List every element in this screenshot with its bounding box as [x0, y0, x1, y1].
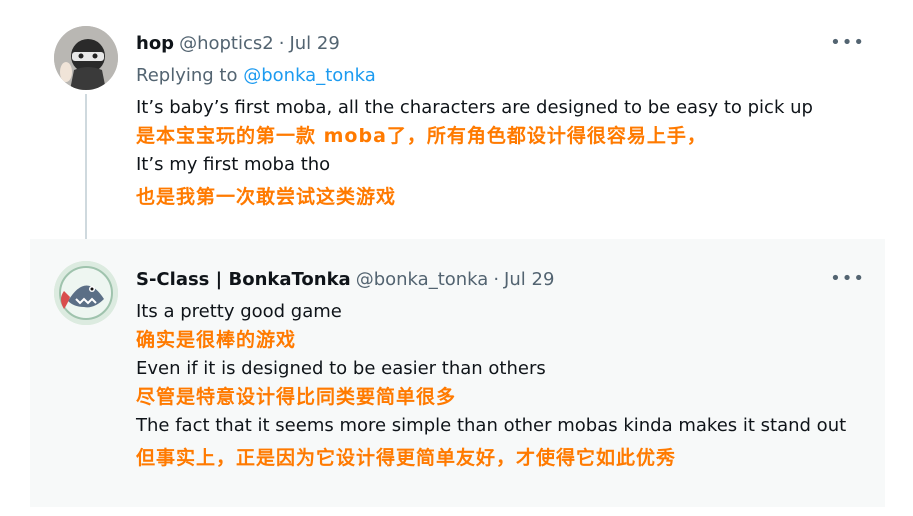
display-name[interactable]: hop — [136, 33, 174, 54]
translation-line: 是本宝宝玩的第一款 moba了，所有角色都设计得很容易上手， — [136, 125, 707, 147]
separator: · — [278, 32, 285, 54]
tweet-text-line: Even if it is designed to be easier than… — [136, 358, 546, 379]
handle[interactable]: @hoptics2 — [179, 33, 274, 54]
tweet-hop[interactable]: hop @hoptics2 · Jul 29 ••• Replying to @… — [30, 10, 885, 242]
masked-character-avatar-icon — [54, 26, 118, 90]
tweet-bonkatonka[interactable]: S-Class | BonkaTonka @bonka_tonka · Jul … — [30, 239, 885, 507]
mention-link[interactable]: @bonka_tonka — [243, 65, 376, 86]
timestamp[interactable]: Jul 29 — [289, 33, 339, 54]
avatar[interactable] — [54, 26, 118, 90]
replying-to: Replying to @bonka_tonka — [136, 62, 865, 90]
thread-connector-line — [85, 94, 87, 242]
translation-line: 确实是很棒的游戏 — [136, 329, 297, 351]
avatar[interactable] — [54, 261, 118, 325]
replying-to-label: Replying to — [136, 65, 238, 86]
more-options-icon[interactable]: ••• — [830, 34, 865, 52]
tweet-thread: hop @hoptics2 · Jul 29 ••• Replying to @… — [30, 10, 885, 510]
tweet-text-line: The fact that it seems more simple than … — [136, 415, 847, 436]
translation-line: 尽管是特意设计得比同类要简单很多 — [136, 386, 457, 408]
translation-line: 也是我第一次敢尝试这类游戏 — [136, 186, 397, 208]
translation-line: 但事实上，正是因为它设计得更简单友好，才使得它如此优秀 — [136, 447, 677, 469]
tweet-header: S-Class | BonkaTonka @bonka_tonka · Jul … — [136, 266, 865, 292]
timestamp[interactable]: Jul 29 — [504, 269, 554, 290]
tweet-body: It’s baby’s first moba, all the characte… — [136, 94, 865, 212]
tweet-text-line: It’s baby’s first moba, all the characte… — [136, 97, 813, 118]
tweet-text-line: Its a pretty good game — [136, 301, 342, 322]
tweet-body: Its a pretty good game 确实是很棒的游戏 Even if … — [136, 298, 865, 473]
handle[interactable]: @bonka_tonka — [356, 269, 489, 290]
separator: · — [493, 268, 500, 290]
display-name[interactable]: S-Class | BonkaTonka — [136, 269, 351, 290]
tweet-text-line: It’s my first moba tho — [136, 154, 331, 175]
more-options-icon[interactable]: ••• — [830, 270, 865, 288]
shark-character-avatar-icon — [54, 261, 118, 325]
tweet-header: hop @hoptics2 · Jul 29 — [136, 30, 865, 56]
